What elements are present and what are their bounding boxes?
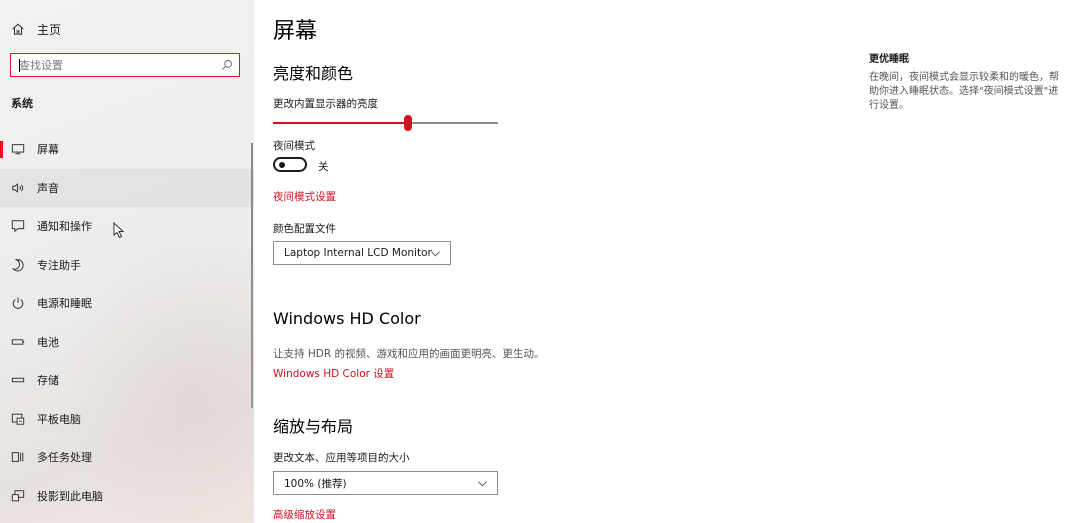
home-label: 主页 <box>37 22 62 37</box>
hdr-heading: Windows HD Color <box>273 309 421 328</box>
search-input[interactable] <box>11 55 221 75</box>
search-icon[interactable] <box>221 59 233 71</box>
brightness-label: 更改内置显示器的亮度 <box>273 98 378 110</box>
brightness-heading: 亮度和颜色 <box>273 64 354 83</box>
sidebar-item-label: 平板电脑 <box>37 412 81 426</box>
settings-sidebar: 主页 系统 屏幕 声音 通知和操作 专注助手 电源和睡眠 <box>0 0 254 523</box>
hdr-settings-link[interactable]: Windows HD Color 设置 <box>273 366 394 381</box>
sidebar-item-label: 通知和操作 <box>37 220 92 234</box>
related-title: 更优睡眠 <box>869 54 909 65</box>
chevron-down-icon <box>431 251 440 257</box>
slider-track-fill <box>273 122 408 124</box>
sidebar-item-label: 投影到此电脑 <box>37 489 103 503</box>
text-caret <box>19 59 20 72</box>
speaker-icon <box>12 182 24 193</box>
scale-label: 更改文本、应用等项目的大小 <box>273 452 410 464</box>
sidebar-scrollbar[interactable] <box>251 143 253 408</box>
mouse-cursor-icon <box>113 222 125 239</box>
sidebar-item-label: 声音 <box>37 181 59 195</box>
night-mode-label: 夜间模式 <box>273 140 315 152</box>
sidebar-item-storage[interactable]: 存储 <box>0 361 254 400</box>
color-profile-dropdown[interactable]: Laptop Internal LCD Monitor <box>273 241 451 265</box>
night-mode-state: 关 <box>318 161 329 173</box>
scale-heading: 缩放与布局 <box>273 417 354 436</box>
related-text: 在晚间，夜间模式会显示较柔和的暖色，帮助你进入睡眠状态。选择"夜间模式设置"进行… <box>869 72 1059 111</box>
brightness-slider[interactable] <box>273 115 498 131</box>
color-profile-value: Laptop Internal LCD Monitor <box>284 247 432 259</box>
moon-icon <box>11 258 24 272</box>
home-nav-item[interactable]: 主页 <box>11 18 61 40</box>
scale-dropdown[interactable]: 100% (推荐) <box>273 471 498 495</box>
slider-thumb[interactable] <box>404 115 412 131</box>
related-info-panel: 更优睡眠 在晚间，夜间模式会显示较柔和的暖色，帮助你进入睡眠状态。选择"夜间模式… <box>869 50 1064 113</box>
display-settings-page: 屏幕 亮度和颜色 更改内置显示器的亮度 夜间模式 关 夜间模式设置 颜色配置文件… <box>273 0 833 523</box>
sidebar-nav: 屏幕 声音 通知和操作 专注助手 电源和睡眠 电池 存储 平板电脑 多任务处理 … <box>0 130 254 515</box>
sidebar-item-label: 多任务处理 <box>37 451 92 465</box>
sidebar-item-sound[interactable]: 声音 <box>0 168 254 207</box>
sidebar-item-display[interactable]: 屏幕 <box>0 130 254 169</box>
sidebar-item-battery[interactable]: 电池 <box>0 323 254 362</box>
toggle-knob <box>279 161 285 168</box>
sidebar-item-label: 专注助手 <box>37 258 81 272</box>
sidebar-item-project[interactable]: 投影到此电脑 <box>0 477 254 516</box>
sidebar-item-notifications[interactable]: 通知和操作 <box>0 207 254 246</box>
project-icon <box>11 490 25 502</box>
multitask-icon <box>11 452 24 463</box>
sidebar-item-multitasking[interactable]: 多任务处理 <box>0 438 254 477</box>
sidebar-item-label: 电源和睡眠 <box>37 297 92 311</box>
color-profile-label: 颜色配置文件 <box>273 223 336 235</box>
tablet-icon <box>11 413 25 425</box>
notification-icon <box>11 220 25 233</box>
home-icon <box>12 23 24 35</box>
sidebar-item-power-sleep[interactable]: 电源和睡眠 <box>0 284 254 323</box>
sidebar-item-label: 电池 <box>37 335 59 349</box>
chevron-down-icon <box>478 481 487 487</box>
section-title: 系统 <box>11 97 33 110</box>
slider-track <box>408 122 498 124</box>
sidebar-item-tablet[interactable]: 平板电脑 <box>0 400 254 439</box>
hdr-description: 让支持 HDR 的视频、游戏和应用的画面更明亮、更生动。 <box>273 348 545 360</box>
advanced-scaling-link[interactable]: 高级缩放设置 <box>273 507 336 522</box>
monitor-icon <box>11 144 25 155</box>
storage-icon <box>11 378 25 383</box>
sidebar-item-focus-assist[interactable]: 专注助手 <box>0 246 254 285</box>
sidebar-item-label: 存储 <box>37 374 59 388</box>
search-box[interactable] <box>10 53 240 77</box>
night-mode-toggle[interactable] <box>273 157 307 172</box>
page-title: 屏幕 <box>273 19 318 44</box>
power-icon <box>12 297 24 310</box>
sidebar-item-label: 屏幕 <box>37 143 59 157</box>
battery-icon <box>11 339 25 345</box>
scale-value: 100% (推荐) <box>284 477 347 490</box>
night-mode-settings-link[interactable]: 夜间模式设置 <box>273 189 336 204</box>
